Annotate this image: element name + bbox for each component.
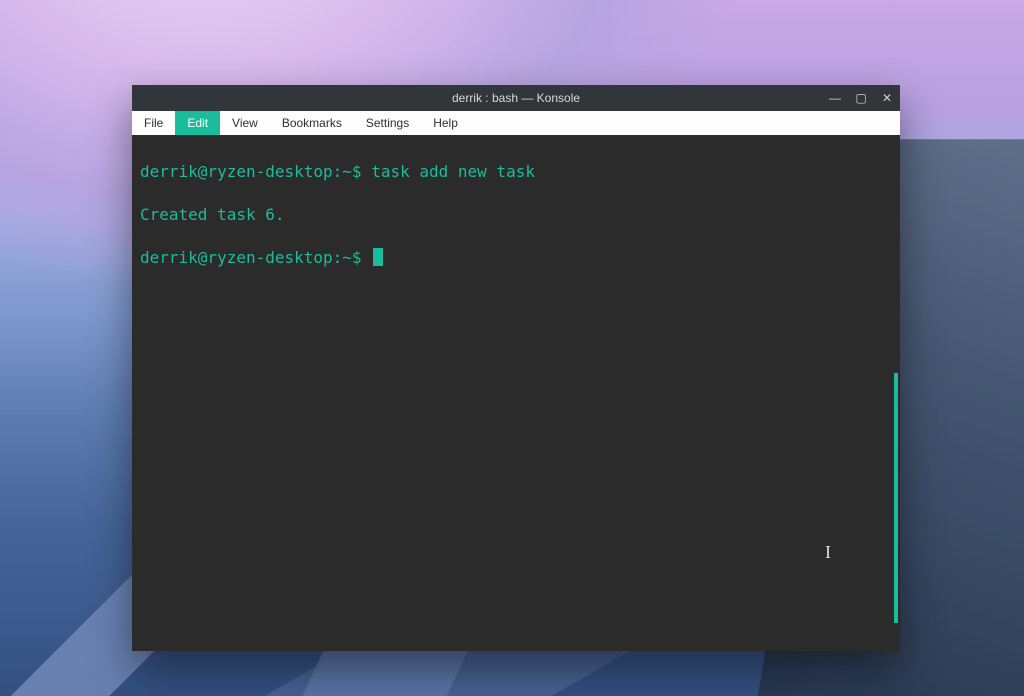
scrollbar-thumb[interactable]	[894, 373, 898, 623]
menu-edit[interactable]: Edit	[175, 111, 220, 135]
terminal-line: Created task 6.	[140, 204, 892, 226]
menu-label: Edit	[187, 116, 208, 130]
menubar: File Edit View Bookmarks Settings Help	[132, 111, 900, 135]
menu-view[interactable]: View	[220, 111, 270, 135]
minimize-button[interactable]: —	[828, 91, 842, 105]
window-titlebar[interactable]: derrik : bash — Konsole — ▢ ✕	[132, 85, 900, 111]
menu-label: File	[144, 116, 163, 130]
terminal-line: derrik@ryzen-desktop:~$ task add new tas…	[140, 161, 892, 183]
menu-help[interactable]: Help	[421, 111, 470, 135]
menu-label: Help	[433, 116, 458, 130]
desktop-background: derrik : bash — Konsole — ▢ ✕ File Edit …	[0, 0, 1024, 696]
menu-file[interactable]: File	[132, 111, 175, 135]
shell-command: task add new task	[371, 162, 535, 181]
menu-label: Bookmarks	[282, 116, 342, 130]
konsole-window: derrik : bash — Konsole — ▢ ✕ File Edit …	[132, 85, 900, 651]
text-cursor-ibeam-icon: I	[825, 540, 831, 564]
terminal-viewport[interactable]: derrik@ryzen-desktop:~$ task add new tas…	[132, 135, 900, 651]
window-title: derrik : bash — Konsole	[452, 91, 580, 105]
shell-output: Created task 6.	[140, 205, 285, 224]
menu-label: View	[232, 116, 258, 130]
window-controls: — ▢ ✕	[828, 85, 894, 111]
shell-prompt: derrik@ryzen-desktop:~$	[140, 248, 362, 267]
scrollbar-track[interactable]	[894, 143, 898, 643]
terminal-cursor	[373, 248, 383, 266]
menu-bookmarks[interactable]: Bookmarks	[270, 111, 354, 135]
terminal-line: derrik@ryzen-desktop:~$	[140, 247, 892, 269]
shell-prompt: derrik@ryzen-desktop:~$	[140, 162, 362, 181]
maximize-button[interactable]: ▢	[854, 91, 868, 105]
close-button[interactable]: ✕	[880, 91, 894, 105]
menu-settings[interactable]: Settings	[354, 111, 421, 135]
menu-label: Settings	[366, 116, 409, 130]
